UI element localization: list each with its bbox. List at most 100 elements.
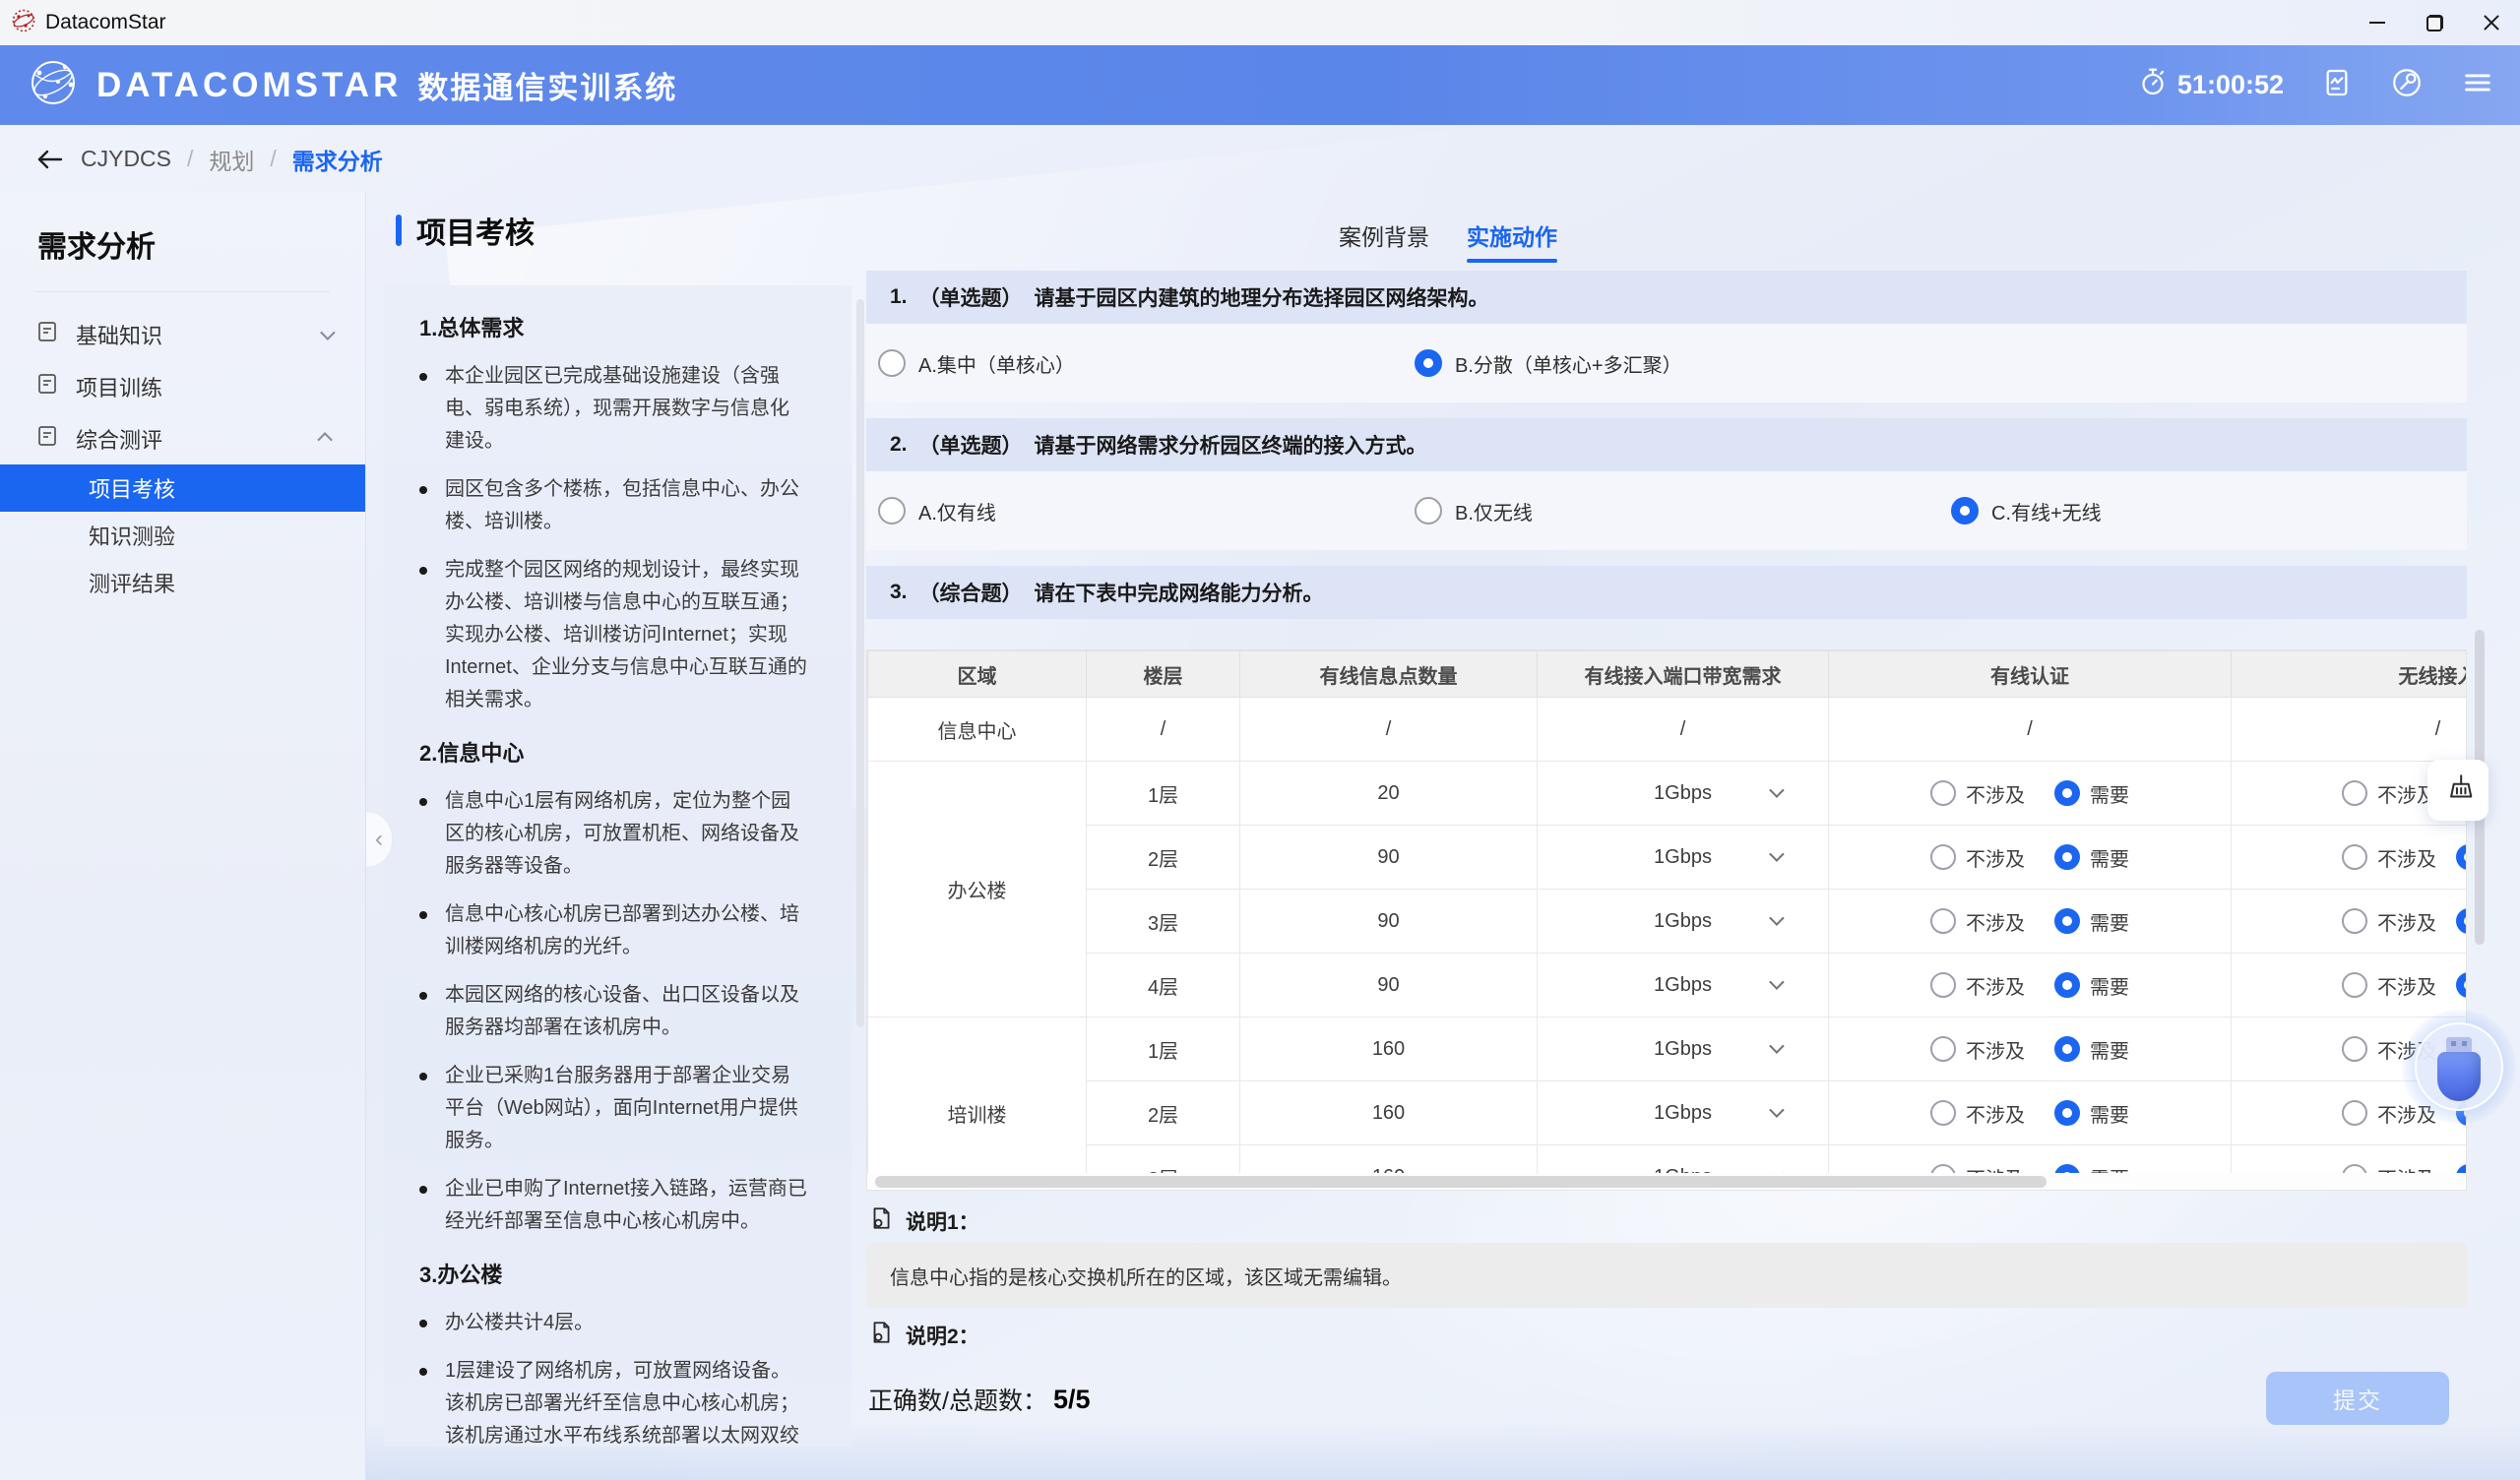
note-doc-icon [868, 1205, 894, 1237]
case-panel-scrollbar[interactable] [856, 299, 864, 1027]
sidebar-item-label: 基础知识 [76, 319, 162, 350]
radio-unselected-icon [2342, 972, 2367, 998]
tab-active-underline [1467, 259, 1557, 263]
bandwidth-select[interactable]: 1Gbps [1538, 826, 1829, 890]
radio-unselected-icon [1415, 497, 1442, 524]
wireless-option-na[interactable]: 不涉及 [2342, 971, 2436, 1000]
wireless-option-required[interactable] [2456, 844, 2467, 870]
tab-case-background[interactable]: 案例背景 [1339, 218, 1429, 263]
minimize-button[interactable] [2349, 0, 2406, 45]
area-cell: 办公楼 [868, 762, 1087, 1018]
scrollbar-thumb[interactable] [875, 1176, 2047, 1188]
col-area: 区域 [868, 651, 1087, 698]
sidebar-item-basics[interactable]: 基础知识 [0, 308, 365, 360]
chevron-up-icon [317, 432, 333, 448]
case-bullet: 本企业园区已完成基础设施建设（含强电、弱电系统），现需开展数字与信息化建设。 [419, 360, 808, 458]
maximize-button[interactable] [2406, 0, 2463, 45]
wireless-option-na[interactable]: 不涉及 [2342, 843, 2436, 872]
wireless-option-na[interactable]: 不涉及 [2342, 907, 2436, 936]
sidebar-item-evaluation[interactable]: 综合测评 [0, 412, 365, 464]
tab-label: 案例背景 [1339, 224, 1429, 250]
table-row: 信息中心 / / / / / [868, 698, 2468, 762]
case-bullet: 信息中心核心机房已部署到达办公楼、培训楼网络机房的光纤。 [419, 898, 808, 963]
sidebar-subitem-knowledge-quiz[interactable]: 知识测验 [0, 512, 365, 559]
clear-broom-button[interactable] [2427, 760, 2488, 821]
wireless-option-required[interactable] [2456, 908, 2467, 934]
auth-option-na[interactable]: 不涉及 [1930, 779, 2025, 808]
window-controls [2349, 0, 2520, 45]
report-icon[interactable] [2321, 67, 2353, 103]
case-bullet: 企业已采购1台服务器用于部署企业交易平台（Web网站），面向Internet用户… [419, 1060, 808, 1157]
q2-option-c[interactable]: C.有线+无线 [1951, 497, 2479, 525]
breadcrumb-item-cjydcs[interactable]: CJYDCS [81, 146, 171, 172]
area-cell: 信息中心 [868, 698, 1087, 762]
document-icon [35, 424, 59, 454]
sidebar-subitem-project-assessment[interactable]: 项目考核 [0, 464, 365, 512]
chevron-down-icon [1769, 782, 1785, 798]
usb-tool-widget[interactable] [2402, 1010, 2516, 1124]
brand-globe-icon [26, 55, 81, 115]
sidebar-title: 需求分析 [37, 222, 365, 266]
submit-button[interactable]: 提交 [2266, 1372, 2449, 1425]
auth-option-na[interactable]: 不涉及 [1930, 907, 2025, 936]
page-title: 项目考核 [416, 209, 535, 252]
wrench-icon[interactable] [2390, 66, 2424, 104]
question-1-header: 1.（单选题）请基于园区内建筑的地理分布选择园区网络架构。 [866, 271, 2467, 324]
auth-option-required[interactable]: 需要 [2054, 779, 2129, 808]
auth-radio-group: 不涉及需要 [1829, 779, 2231, 808]
close-button[interactable] [2463, 0, 2520, 45]
auth-option-na[interactable]: 不涉及 [1930, 843, 2025, 872]
tab-implementation[interactable]: 实施动作 [1467, 218, 1557, 263]
wireless-option-required[interactable] [2456, 972, 2467, 998]
bandwidth-select[interactable]: 1Gbps [1538, 1081, 1829, 1145]
auth-option-required[interactable]: 需要 [2054, 1099, 2129, 1128]
sidebar: 需求分析 基础知识 项目训练 综合测评 项目考核 知识测验 测评结果 [0, 193, 366, 1480]
q1-option-a[interactable]: A.集中（单核心） [878, 349, 1415, 378]
auth-option-required[interactable]: 需要 [2054, 1035, 2129, 1064]
auth-radio-group: 不涉及需要 [1829, 971, 2231, 1000]
table-row: 2层 160 1Gbps 不涉及需要 不涉及 [868, 1081, 2468, 1145]
radio-unselected-icon [2342, 1036, 2367, 1062]
breadcrumb-current: 需求分析 [292, 143, 383, 176]
case-description-panel: 1.总体需求 本企业园区已完成基础设施建设（含强电、弱电系统），现需开展数字与信… [384, 285, 851, 1447]
sidebar-item-project-training[interactable]: 项目训练 [0, 360, 365, 412]
chevron-down-icon [1769, 1038, 1785, 1054]
auth-option-required[interactable]: 需要 [2054, 907, 2129, 936]
radio-selected-icon [1951, 497, 1979, 524]
sidebar-divider [35, 291, 330, 292]
auth-option-na[interactable]: 不涉及 [1930, 971, 2025, 1000]
menu-list-icon[interactable] [2461, 66, 2494, 104]
col-wireless-access: 无线接入 [2232, 651, 2468, 698]
radio-selected-icon [2054, 844, 2080, 870]
case-bullet: 信息中心1层有网络机房，定位为整个园区的核心机房，可放置机柜、网络设备及服务器等… [419, 785, 808, 883]
breadcrumb-item-planning[interactable]: 规划 [209, 143, 254, 176]
note2-label: 说明2： [868, 1320, 979, 1351]
sidebar-item-label: 项目训练 [76, 371, 162, 402]
table-row: 3层 90 1Gbps 不涉及需要 不涉及 [868, 890, 2468, 954]
wireless-option-na[interactable]: 不涉及 [2342, 779, 2436, 808]
page-head: 项目考核 [396, 209, 535, 252]
sidebar-subitem-evaluation-result[interactable]: 测评结果 [0, 559, 365, 606]
q2-option-a[interactable]: A.仅有线 [878, 497, 1415, 525]
bandwidth-select[interactable]: 1Gbps [1538, 1018, 1829, 1081]
q1-option-b[interactable]: B.分散（单核心+多汇聚） [1415, 349, 1951, 378]
auth-option-na[interactable]: 不涉及 [1930, 1035, 2025, 1064]
bandwidth-select[interactable]: 1Gbps [1538, 954, 1829, 1018]
col-port-bandwidth: 有线接入端口带宽需求 [1538, 651, 1829, 698]
col-floor: 楼层 [1087, 651, 1240, 698]
document-icon [35, 372, 59, 401]
chevron-down-icon [1769, 974, 1785, 990]
back-arrow-icon[interactable] [35, 148, 65, 171]
main-content: 项目考核 案例背景 实施动作 1.总体需求 本企业园区已完成基础设施建设（含强电… [366, 193, 2520, 1480]
bandwidth-select[interactable]: 1Gbps [1538, 762, 1829, 826]
radio-selected-icon [2054, 908, 2080, 934]
radio-selected-icon [2054, 1100, 2080, 1126]
bandwidth-select[interactable]: 1Gbps [1538, 890, 1829, 954]
auth-option-required[interactable]: 需要 [2054, 843, 2129, 872]
auth-option-required[interactable]: 需要 [2054, 971, 2129, 1000]
auth-option-na[interactable]: 不涉及 [1930, 1099, 2025, 1128]
radio-unselected-icon [1930, 780, 1956, 806]
tab-bar: 案例背景 实施动作 [1339, 218, 1557, 263]
note1-label: 说明1： [868, 1205, 979, 1237]
q2-option-b[interactable]: B.仅无线 [1415, 497, 1951, 525]
